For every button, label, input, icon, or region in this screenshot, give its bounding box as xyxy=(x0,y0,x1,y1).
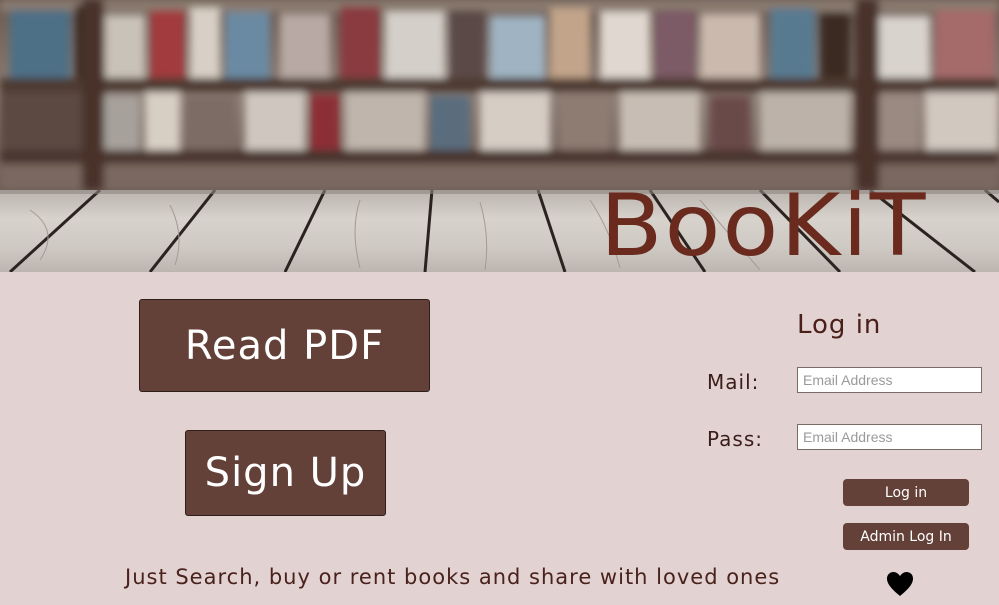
mail-label: Mail: xyxy=(707,370,760,394)
read-pdf-button[interactable]: Read PDF xyxy=(139,299,430,392)
brand-logo: BooKiT xyxy=(600,176,928,272)
heart-icon xyxy=(887,572,913,596)
email-field[interactable] xyxy=(797,367,982,393)
header-banner: BooKiT xyxy=(0,0,999,272)
password-field[interactable] xyxy=(797,424,982,450)
tagline: Just Search, buy or rent books and share… xyxy=(125,565,781,589)
bookshelf-photo xyxy=(0,0,999,190)
admin-login-button[interactable]: Admin Log In xyxy=(843,523,969,550)
sign-up-button[interactable]: Sign Up xyxy=(185,430,386,516)
login-title: Log in xyxy=(797,310,882,340)
pass-label: Pass: xyxy=(707,427,763,451)
login-button[interactable]: Log in xyxy=(843,479,969,506)
